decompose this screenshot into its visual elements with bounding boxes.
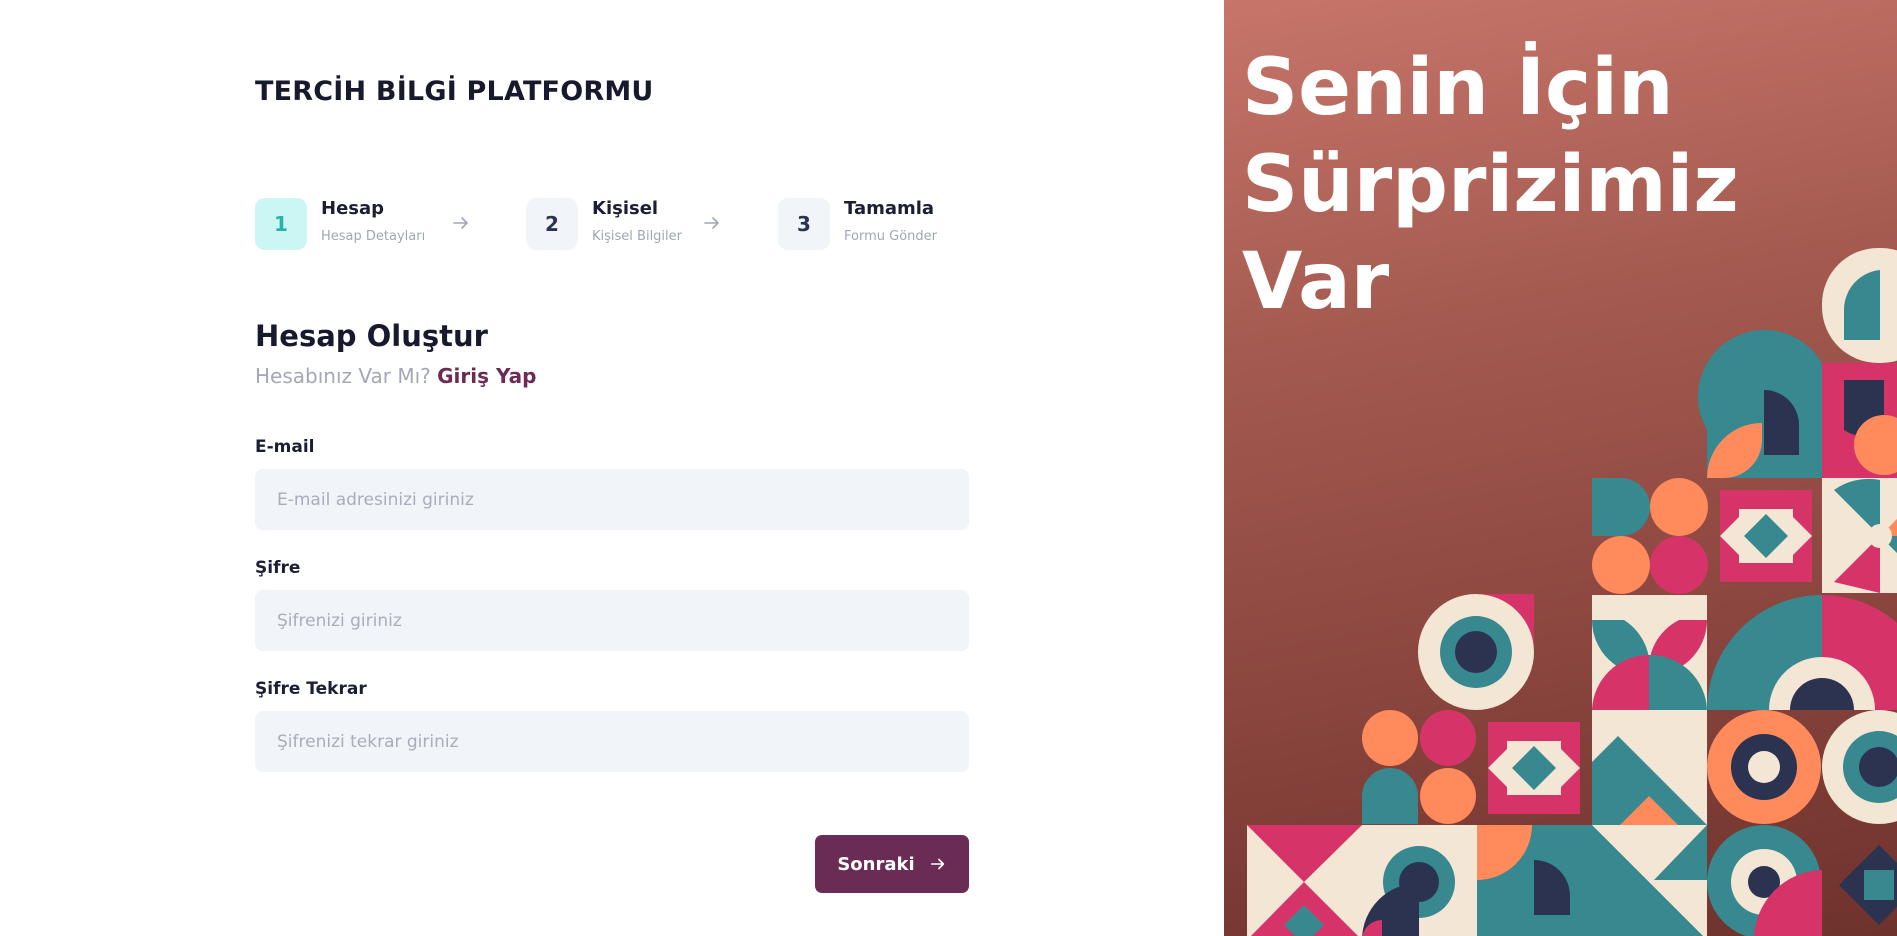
pattern-tile (1592, 825, 1707, 936)
pattern-tile (1477, 825, 1592, 936)
step-number: 1 (255, 198, 307, 250)
next-button[interactable]: Sonraki (815, 835, 969, 893)
promo-panel: Senin İçin Sürprizimiz Var (1224, 0, 1897, 936)
step-subtitle: Formu Gönder (844, 229, 937, 244)
arrow-right-icon (704, 217, 719, 229)
pattern-tile (1822, 595, 1897, 710)
pattern-tile (1822, 363, 1897, 478)
pattern-tile (1418, 594, 1534, 710)
hero-line: Senin İçin (1242, 43, 1674, 133)
pattern-tile (1707, 595, 1822, 710)
password-repeat-label: Şifre Tekrar (255, 679, 367, 699)
password-label: Şifre (255, 558, 301, 578)
pattern-tile (1697, 329, 1822, 478)
pattern-tile (1592, 595, 1707, 710)
email-label: E-mail (255, 437, 315, 457)
login-prompt: Hesabınız Var Mı? Giriş Yap (255, 364, 536, 388)
hero-line: Sürprizimiz (1242, 140, 1739, 230)
brand-title: TERCİH BİLGİ PLATFORMU (255, 76, 654, 107)
step-title: Kişisel (592, 198, 659, 219)
next-button-label: Sonraki (837, 853, 915, 875)
pattern-tile (1592, 478, 1708, 594)
login-link[interactable]: Giriş Yap (437, 364, 536, 388)
pattern-tile (1362, 710, 1476, 824)
form-title: Hesap Oluştur (255, 319, 488, 353)
email-field[interactable] (255, 469, 969, 530)
pattern-tile (1488, 722, 1580, 814)
step-number: 3 (778, 198, 830, 250)
arrow-right-icon (930, 858, 944, 870)
pattern-tile (1822, 710, 1897, 824)
pattern-tile (1839, 845, 1897, 925)
pattern-tile (1707, 825, 1822, 936)
arrow-right-icon (453, 217, 468, 229)
pattern-tile (1247, 825, 1362, 936)
pattern-tile (1362, 825, 1477, 936)
hero-headline: Senin İçin Sürprizimiz Var (1242, 40, 1882, 331)
login-prompt-text: Hesabınız Var Mı? (255, 364, 431, 388)
password-repeat-field[interactable] (255, 711, 969, 772)
pattern-tile (1720, 490, 1812, 582)
step-number: 2 (526, 198, 578, 250)
pattern-tile (1707, 710, 1821, 824)
signup-panel: TERCİH BİLGİ PLATFORMU 1 Hesap Hesap Det… (0, 0, 1224, 936)
pattern-tile (1822, 478, 1897, 593)
password-field[interactable] (255, 590, 969, 651)
hero-line: Var (1242, 237, 1390, 327)
step-subtitle: Hesap Detayları (321, 229, 426, 244)
step-subtitle: Kişisel Bilgiler (592, 229, 682, 244)
step-title: Tamamla (844, 198, 935, 219)
step-title: Hesap (321, 198, 385, 219)
